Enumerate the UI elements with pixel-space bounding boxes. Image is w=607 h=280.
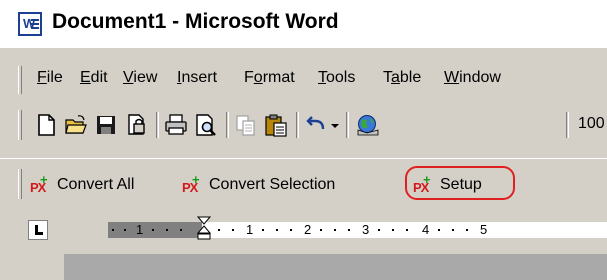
- toolbar-separator: [566, 112, 569, 138]
- ruler-tick: [466, 229, 468, 231]
- menu-bar-grip[interactable]: [18, 66, 22, 94]
- ruler-tick: [348, 229, 350, 231]
- convert-all-button[interactable]: PX + Convert All: [30, 171, 134, 199]
- convert-selection-button[interactable]: PX + Convert Selection: [182, 171, 335, 199]
- setup-highlight-ring: [405, 166, 515, 200]
- ruler-tick: [406, 229, 408, 231]
- px-logo-icon: PX +: [182, 172, 200, 195]
- ruler-tick: [166, 229, 168, 231]
- document-area: [0, 250, 607, 280]
- ruler-tick: [392, 229, 394, 231]
- ruler-tick: [180, 229, 182, 231]
- ruler-left-margin: [108, 222, 202, 238]
- tab-stop-selector[interactable]: [28, 220, 48, 240]
- zoom-box[interactable]: 100: [578, 115, 605, 133]
- open-folder-icon[interactable]: [64, 113, 88, 137]
- document-page[interactable]: [64, 254, 607, 280]
- ruler-tick: [378, 229, 380, 231]
- permission-icon[interactable]: [124, 113, 148, 137]
- px-logo-icon: PX +: [30, 172, 48, 195]
- horizontal-ruler[interactable]: 1 1 2 3 4 5: [108, 216, 607, 240]
- menu-window[interactable]: Window: [444, 69, 501, 87]
- ruler-tick: [276, 229, 278, 231]
- menu-file[interactable]: File: [37, 69, 63, 87]
- copy-icon: [236, 115, 255, 136]
- new-document-icon[interactable]: [34, 113, 58, 137]
- print-icon[interactable]: [164, 113, 188, 137]
- px-toolbar: PX + Convert All PX + Convert Selection PX…: [0, 158, 607, 211]
- convert-selection-label: Convert Selection: [209, 176, 336, 193]
- undo-dropdown-icon[interactable]: [328, 113, 342, 137]
- ruler-tick: [112, 229, 114, 231]
- title-bar: W Document1 - Microsoft Word: [0, 0, 607, 48]
- ruler-tick: [218, 229, 220, 231]
- menu-insert[interactable]: Insert: [177, 69, 217, 87]
- ruler-tick: [290, 229, 292, 231]
- ruler-bar: 1 1 2 3 4 5: [0, 212, 607, 248]
- px-toolbar-grip[interactable]: [18, 169, 22, 199]
- menu-format[interactable]: Format: [244, 69, 295, 87]
- toolbar-separator: [226, 112, 229, 138]
- window-title: Document1 - Microsoft Word: [52, 10, 339, 33]
- ruler-number: 4: [422, 222, 430, 237]
- save-icon[interactable]: [94, 113, 118, 137]
- toolbar-separator: [296, 112, 299, 138]
- ruler-tick: [262, 229, 264, 231]
- menu-view[interactable]: View: [123, 69, 157, 87]
- toolbar-separator: [346, 112, 349, 138]
- menu-bar: File Edit View Insert Format Tools Table…: [0, 60, 607, 100]
- ruler-tick: [334, 229, 336, 231]
- print-preview-icon[interactable]: [194, 113, 218, 137]
- indent-marker-icon[interactable]: [197, 216, 211, 240]
- ruler-tick: [232, 229, 234, 231]
- menu-table[interactable]: Table: [383, 69, 421, 87]
- ruler-number: 2: [304, 222, 312, 237]
- ruler-tick: [438, 229, 440, 231]
- word-icon[interactable]: W: [18, 12, 42, 36]
- ruler-tick: [124, 229, 126, 231]
- convert-all-label: Convert All: [57, 176, 135, 193]
- ruler-tick: [452, 229, 454, 231]
- menu-edit[interactable]: Edit: [80, 69, 108, 87]
- ruler-tick: [152, 229, 154, 231]
- undo-icon[interactable]: [304, 113, 328, 137]
- paste-icon[interactable]: [264, 113, 288, 137]
- ruler-number: 5: [480, 222, 488, 237]
- menu-tools[interactable]: Tools: [318, 69, 355, 87]
- ruler-tick: [320, 229, 322, 231]
- toolbar-separator: [156, 112, 159, 138]
- ruler-number: 1: [246, 222, 254, 237]
- web-globe-icon[interactable]: [356, 113, 380, 137]
- ruler-number: 3: [362, 222, 370, 237]
- standard-toolbar-grip[interactable]: [18, 110, 22, 140]
- ruler-number: 1: [136, 222, 144, 237]
- standard-toolbar: 100: [0, 104, 607, 146]
